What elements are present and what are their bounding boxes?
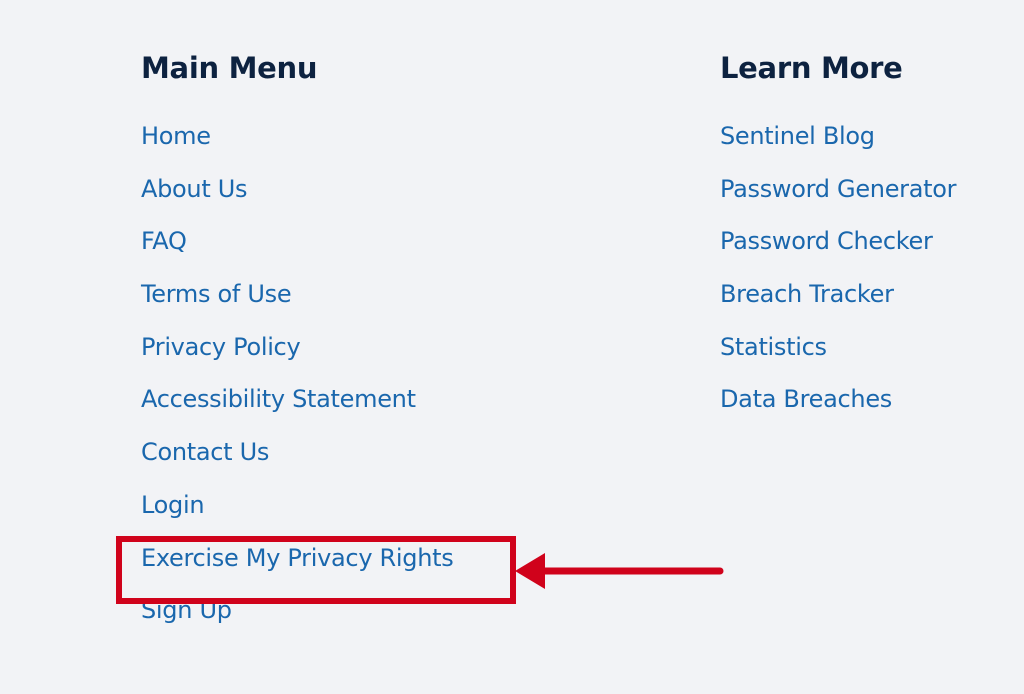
- arrow-left-icon: [515, 553, 724, 589]
- learn-more-list: Sentinel Blog Password Generator Passwor…: [720, 124, 957, 442]
- highlight-box: [116, 536, 516, 604]
- link-statistics[interactable]: Statistics: [720, 335, 827, 359]
- link-contact-us[interactable]: Contact Us: [141, 440, 269, 464]
- link-sentinel-blog[interactable]: Sentinel Blog: [720, 124, 875, 148]
- link-password-generator[interactable]: Password Generator: [720, 177, 957, 201]
- link-privacy-policy[interactable]: Privacy Policy: [141, 335, 301, 359]
- link-login[interactable]: Login: [141, 493, 205, 517]
- link-breach-tracker[interactable]: Breach Tracker: [720, 282, 894, 306]
- link-faq[interactable]: FAQ: [141, 229, 187, 253]
- link-terms-of-use[interactable]: Terms of Use: [141, 282, 292, 306]
- link-about-us[interactable]: About Us: [141, 177, 248, 201]
- link-password-checker[interactable]: Password Checker: [720, 229, 933, 253]
- main-menu-heading: Main Menu: [141, 51, 318, 85]
- link-accessibility-statement[interactable]: Accessibility Statement: [141, 387, 416, 411]
- learn-more-heading: Learn More: [720, 51, 903, 85]
- link-home[interactable]: Home: [141, 124, 211, 148]
- link-data-breaches[interactable]: Data Breaches: [720, 387, 892, 411]
- learn-more-column: Learn More Sentinel Blog Password Genera…: [720, 48, 957, 442]
